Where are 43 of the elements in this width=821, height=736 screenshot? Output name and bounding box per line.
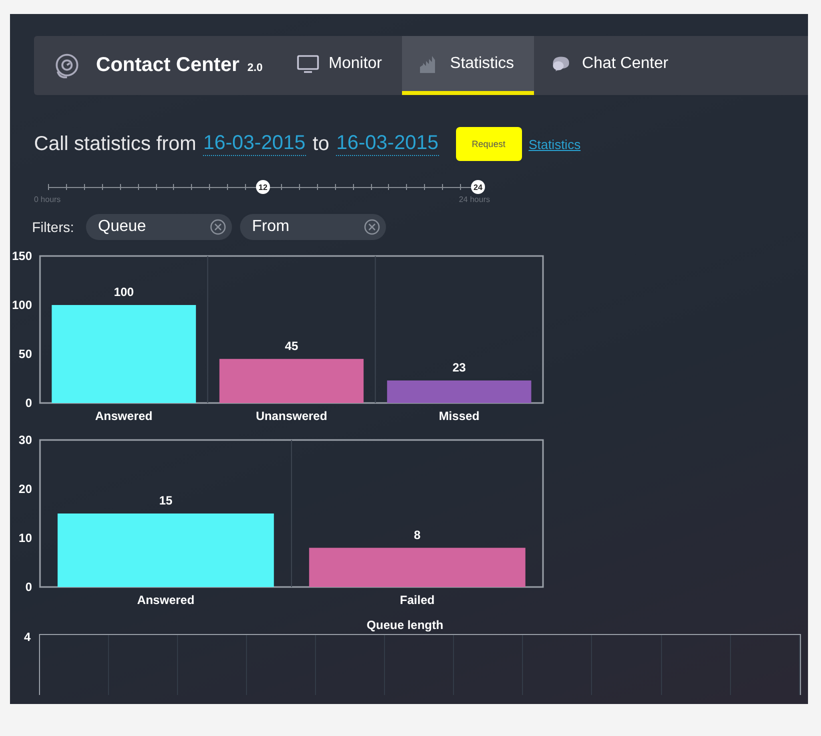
y-tick-label: 20 xyxy=(18,482,32,496)
version-label: 2.0 xyxy=(247,62,263,74)
category-label: Missed xyxy=(438,409,480,423)
monitor-icon xyxy=(296,54,319,72)
slider-label: 0 hours xyxy=(34,195,61,204)
category-label: Unanswered xyxy=(256,409,328,423)
clear-icon[interactable] xyxy=(364,219,380,235)
value-label: 100 xyxy=(114,285,134,299)
y-tick-label: 4 xyxy=(24,630,31,646)
category-label: Failed xyxy=(400,593,435,607)
heading-text: Call statistics from xyxy=(34,132,196,156)
value-label: 15 xyxy=(159,494,172,508)
filters-label: Filters: xyxy=(32,219,74,235)
value-label: 8 xyxy=(414,528,421,542)
category-label: Answered xyxy=(137,593,194,607)
nav-tab[interactable]: Monitor xyxy=(280,36,402,95)
slider-handle[interactable]: 24 xyxy=(471,180,485,194)
chart-title: Queue length xyxy=(366,618,444,632)
nav-tab[interactable]: Chat Center xyxy=(534,36,688,95)
y-tick-label: 0 xyxy=(25,396,32,410)
app-title: Contact Center xyxy=(96,54,240,77)
date-picker[interactable]: 16-03-2015 xyxy=(336,132,439,156)
clear-icon[interactable] xyxy=(210,219,226,235)
date-picker[interactable]: 16-03-2015 xyxy=(203,132,306,156)
slider-label: 24 hours xyxy=(458,195,490,204)
filter-name: From xyxy=(252,218,290,236)
filter-name: Queue xyxy=(98,218,146,236)
y-tick-label: 10 xyxy=(18,531,32,545)
value-label: 23 xyxy=(452,360,466,374)
y-tick-label: 50 xyxy=(18,347,32,361)
filter-chip[interactable]: From xyxy=(240,214,386,240)
category-label: Answered xyxy=(95,409,153,423)
slider-handle[interactable]: 12 xyxy=(256,180,270,194)
heading-text: to xyxy=(312,132,330,156)
nav-tab[interactable]: Statistics xyxy=(402,36,534,95)
y-tick-label: 30 xyxy=(18,434,32,447)
request-button[interactable]: Request xyxy=(456,127,522,161)
y-tick-label: 150 xyxy=(12,250,32,263)
y-tick-label: 100 xyxy=(12,298,32,312)
value-label: 45 xyxy=(284,338,298,353)
filter-chip[interactable]: Queue xyxy=(86,214,232,240)
statistics-link[interactable]: Statistics xyxy=(528,136,581,152)
y-tick-label: 0 xyxy=(25,580,32,594)
